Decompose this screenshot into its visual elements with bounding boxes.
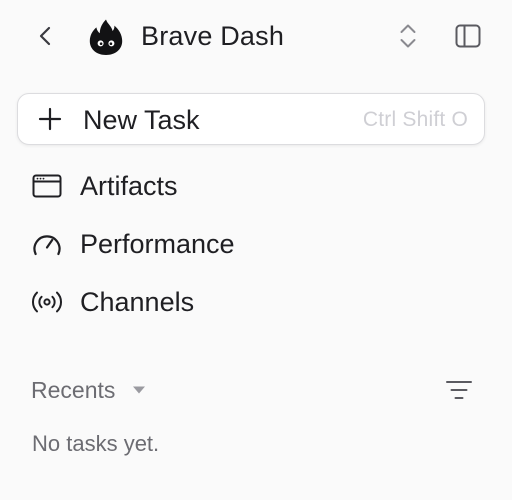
keyboard-shortcut-hint: Ctrl Shift O bbox=[362, 108, 468, 131]
browser-window-icon bbox=[31, 173, 63, 199]
filter-recents-button[interactable] bbox=[445, 376, 473, 404]
sidebar-header: Brave Dash bbox=[0, 0, 512, 72]
chevron-up-down-icon bbox=[400, 24, 416, 48]
toggle-sidebar-button[interactable] bbox=[452, 21, 484, 51]
plus-icon bbox=[38, 107, 62, 131]
nav-item-performance[interactable]: Performance bbox=[17, 220, 485, 268]
new-task-button[interactable]: New Task Ctrl Shift O bbox=[17, 93, 485, 145]
nav-item-channels[interactable]: Channels bbox=[17, 278, 485, 326]
broadcast-icon bbox=[31, 289, 63, 315]
chevron-left-icon bbox=[39, 26, 51, 46]
nav-item-label: Performance bbox=[80, 229, 235, 259]
recents-toggle[interactable]: Recents bbox=[31, 374, 146, 406]
nav-item-label: Artifacts bbox=[80, 171, 178, 201]
gauge-icon bbox=[31, 231, 63, 257]
recents-empty-state: No tasks yet. bbox=[32, 431, 160, 456]
nav-item-label: Channels bbox=[80, 287, 195, 317]
recents-label: Recents bbox=[31, 377, 116, 403]
nav-item-artifacts[interactable]: Artifacts bbox=[17, 162, 485, 210]
recents-header: Recents bbox=[17, 370, 485, 410]
sidebar-panel-icon bbox=[455, 24, 481, 48]
flame-logo-icon bbox=[89, 19, 123, 55]
back-button[interactable] bbox=[32, 22, 58, 50]
workspace-switcher-button[interactable] bbox=[393, 20, 423, 52]
app-title: Brave Dash bbox=[141, 21, 285, 51]
new-task-label: New Task bbox=[83, 105, 200, 135]
caret-down-icon bbox=[133, 386, 146, 394]
filter-lines-icon bbox=[446, 381, 472, 399]
